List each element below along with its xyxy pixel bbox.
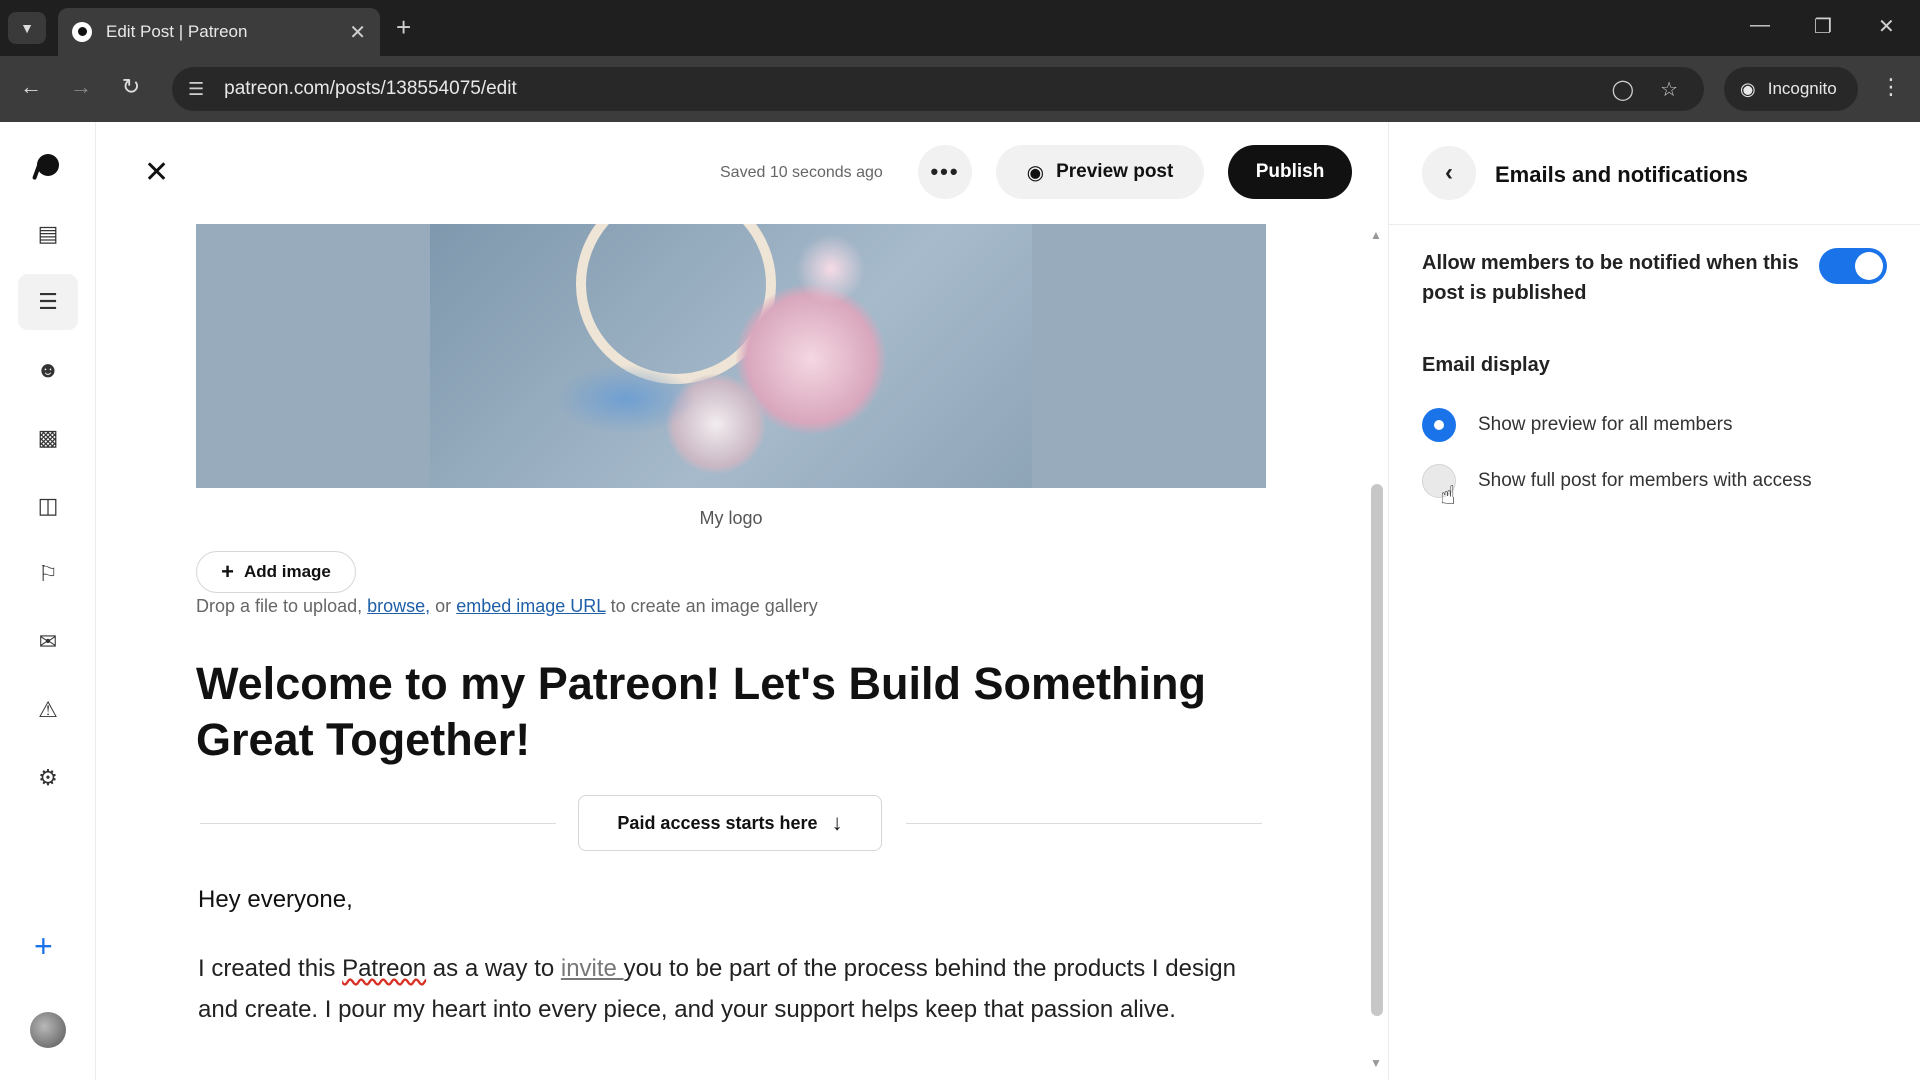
add-image-button[interactable]: + Add image — [196, 551, 356, 593]
notify-members-label: Allow members to be notified when this p… — [1422, 252, 1799, 304]
more-dots-icon: ••• — [930, 159, 960, 184]
patreon-favicon-icon — [72, 22, 92, 42]
reload-icon[interactable]: ↻ — [116, 74, 146, 100]
eye-off-icon[interactable]: ◯ — [1612, 77, 1634, 102]
library-icon[interactable]: ☰ — [18, 274, 78, 330]
browser-menu-icon[interactable]: ⋮ — [1880, 74, 1902, 100]
tab-search-button[interactable]: ▼ — [8, 12, 46, 44]
minimize-icon[interactable]: — — [1750, 14, 1770, 37]
site-settings-icon[interactable]: ☰ — [188, 79, 204, 100]
create-plus-icon[interactable]: + — [34, 930, 53, 962]
tab-title: Edit Post | Patreon — [106, 22, 248, 41]
editor-scrollbar[interactable] — [1371, 484, 1383, 1016]
payouts-icon[interactable]: ◫ — [18, 478, 78, 534]
radio-button-selected[interactable] — [1422, 408, 1456, 442]
radio-label: Show full post for members with access — [1478, 470, 1812, 491]
left-navigation-rail: ▤ ☰ ☻ ▩ ◫ ⚐ ✉ ⚠ ⚙ + — [0, 122, 96, 1080]
restore-icon[interactable]: ❐ — [1814, 14, 1832, 39]
panel-divider — [1389, 224, 1920, 225]
paid-access-label: Paid access starts here — [617, 812, 818, 833]
drop-hint-or: or — [435, 596, 452, 616]
radio-option-preview[interactable]: Show preview for all members — [1422, 408, 1732, 442]
add-image-label: Add image — [243, 562, 331, 581]
promotions-icon[interactable]: ⚐ — [18, 546, 78, 602]
scroll-down-icon[interactable]: ▼ — [1370, 1056, 1382, 1070]
chats-icon[interactable]: ✉ — [18, 614, 78, 670]
arrow-down-icon: ↓ — [831, 810, 843, 835]
forward-arrow-icon[interactable]: → — [66, 74, 96, 100]
more-options-button[interactable]: ••• — [918, 145, 972, 199]
panel-back-button[interactable]: ‹ — [1422, 146, 1476, 200]
image-caption[interactable]: My logo — [196, 508, 1266, 529]
incognito-label: Incognito — [1767, 79, 1837, 98]
divider-right — [906, 823, 1262, 824]
saved-status: Saved 10 seconds ago — [720, 164, 883, 181]
artwork-flower-shape — [796, 234, 866, 304]
chevron-left-icon: ‹ — [1445, 159, 1453, 186]
eye-icon: ◉ — [1026, 161, 1045, 184]
dashboard-icon[interactable]: ▤ — [18, 206, 78, 262]
plus-icon: + — [221, 559, 234, 584]
new-tab-icon[interactable]: + — [396, 14, 411, 40]
emails-notifications-panel: ‹ Emails and notifications Allow members… — [1388, 122, 1920, 1080]
drop-hint: Drop a file to upload, browse, or embed … — [196, 596, 818, 617]
browser-tab[interactable]: Edit Post | Patreon ✕ — [58, 8, 380, 56]
drop-hint-suffix: to create an image gallery — [610, 596, 818, 616]
panel-title: Emails and notifications — [1495, 162, 1749, 187]
email-display-heading: Email display — [1422, 354, 1550, 376]
settings-gear-icon[interactable]: ⚙ — [18, 750, 78, 806]
browser-toolbar: ← → ↻ ☰ patreon.com/posts/138554075/edit… — [0, 56, 1920, 122]
radio-option-full-post[interactable]: Show full post for members with access — [1422, 464, 1812, 498]
post-greeting[interactable]: Hey everyone, — [198, 886, 353, 914]
hand-cursor-icon: ☝ — [1440, 480, 1456, 510]
scroll-up-icon[interactable]: ▲ — [1370, 228, 1382, 242]
tab-close-icon[interactable]: ✕ — [349, 20, 366, 45]
window-close-icon[interactable]: ✕ — [1878, 14, 1895, 39]
preview-post-label: Preview post — [1056, 161, 1174, 182]
back-arrow-icon[interactable]: ← — [16, 74, 46, 100]
invite-link[interactable]: invite — [561, 955, 624, 982]
post-title[interactable]: Welcome to my Patreon! Let's Build Somet… — [196, 656, 1246, 768]
avatar[interactable] — [30, 1012, 66, 1048]
drop-hint-prefix: Drop a file to upload, — [196, 596, 363, 616]
toggle-knob — [1855, 252, 1883, 280]
bookmark-star-icon[interactable]: ☆ — [1660, 77, 1678, 102]
preview-post-button[interactable]: ◉ Preview post — [996, 145, 1204, 199]
divider-left — [200, 823, 556, 824]
audience-icon[interactable]: ☻ — [18, 342, 78, 398]
body-text-2: as a way to — [426, 955, 561, 982]
incognito-icon: ◉ — [1740, 78, 1756, 99]
radio-label: Show preview for all members — [1478, 414, 1733, 435]
publish-button[interactable]: Publish — [1228, 145, 1352, 199]
notifications-bell-icon[interactable]: ⚠ — [18, 682, 78, 738]
post-header-image[interactable] — [196, 224, 1266, 488]
address-bar[interactable]: ☰ patreon.com/posts/138554075/edit ◯ ☆ — [172, 67, 1704, 111]
insights-icon[interactable]: ▩ — [18, 410, 78, 466]
artwork-leaf-shape — [556, 364, 696, 434]
url-text[interactable]: patreon.com/posts/138554075/edit — [224, 78, 1612, 100]
browser-tab-bar: ▼ Edit Post | Patreon ✕ + — ❐ ✕ — [0, 0, 1920, 56]
paid-access-button[interactable]: Paid access starts here ↓ — [578, 795, 882, 851]
notify-members-toggle[interactable] — [1819, 248, 1887, 284]
close-editor-icon[interactable]: ✕ — [144, 158, 169, 188]
patreon-logo-icon[interactable] — [37, 154, 59, 176]
post-body-paragraph[interactable]: I created this Patreon as a way to invit… — [198, 948, 1278, 1030]
incognito-indicator[interactable]: ◉ Incognito — [1724, 67, 1858, 111]
body-text-1: I created this — [198, 955, 343, 982]
misspelled-word: Patreon — [342, 955, 427, 982]
chevron-down-icon: ▼ — [20, 20, 34, 36]
embed-image-url-link[interactable]: embed image URL — [456, 596, 605, 616]
browse-link[interactable]: browse, — [367, 596, 430, 616]
